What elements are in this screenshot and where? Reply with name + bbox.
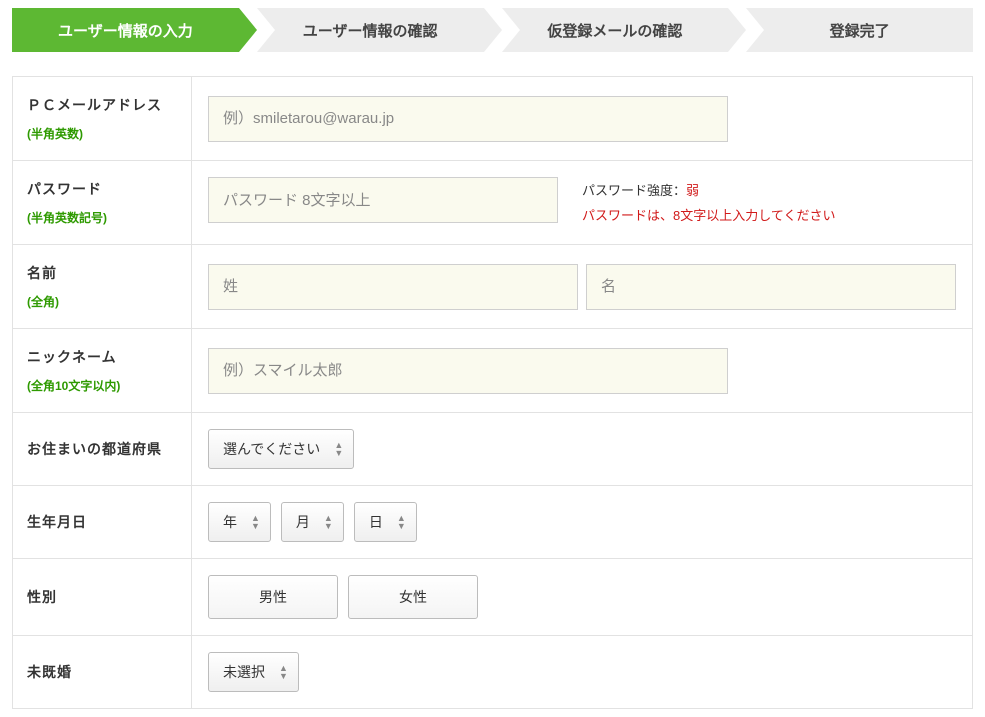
birth-month-selected: 月 (296, 512, 310, 532)
sublabel-password: (半角英数記号) (27, 209, 177, 226)
chevron-updown-icon: ▲▼ (397, 515, 406, 530)
row-marital: 未既婚 未選択 ▲▼ (13, 636, 973, 709)
prefecture-selected: 選んでください (223, 439, 320, 459)
step-label: ユーザー情報の確認 (303, 20, 438, 41)
gender-female-label: 女性 (399, 587, 427, 607)
step-4-complete: 登録完了 (746, 8, 973, 52)
password-strength-value: 弱 (686, 183, 699, 198)
gender-male-label: 男性 (259, 587, 287, 607)
row-gender: 性別 男性 女性 (13, 559, 973, 636)
label-name: 名前 (27, 263, 177, 283)
password-strength-label: パスワード強度： (582, 183, 686, 198)
birth-month-select[interactable]: 月 ▲▼ (281, 502, 344, 542)
label-nickname: ニックネーム (27, 347, 177, 367)
step-1-user-input: ユーザー情報の入力 (12, 8, 239, 52)
chevron-updown-icon: ▲▼ (279, 665, 288, 680)
step-label: 登録完了 (830, 20, 890, 41)
marital-selected: 未選択 (223, 662, 265, 682)
password-warning: パスワードは、8文字以上入力してください (582, 204, 835, 229)
row-name: 名前 (全角) (13, 245, 973, 329)
sublabel-nickname: (全角10文字以内) (27, 377, 177, 394)
step-label: ユーザー情報の入力 (58, 20, 193, 41)
step-2-confirm: ユーザー情報の確認 (257, 8, 484, 52)
firstname-field[interactable] (586, 264, 956, 310)
row-password: パスワード (半角英数記号) パスワード強度：弱 パスワードは、8文字以上入力し… (13, 161, 973, 245)
label-prefecture: お住まいの都道府県 (27, 439, 177, 459)
chevron-updown-icon: ▲▼ (334, 442, 343, 457)
step-3-mail: 仮登録メールの確認 (502, 8, 729, 52)
birth-year-select[interactable]: 年 ▲▼ (208, 502, 271, 542)
registration-form: ＰＣメールアドレス (半角英数) パスワード (半角英数記号) パスワード強度：… (12, 76, 973, 709)
chevron-updown-icon: ▲▼ (251, 515, 260, 530)
marital-select[interactable]: 未選択 ▲▼ (208, 652, 299, 692)
gender-male-button[interactable]: 男性 (208, 575, 338, 619)
row-nickname: ニックネーム (全角10文字以内) (13, 329, 973, 413)
birth-year-selected: 年 (223, 512, 237, 532)
row-birthdate: 生年月日 年 ▲▼ 月 ▲▼ 日 ▲▼ (13, 486, 973, 559)
row-prefecture: お住まいの都道府県 選んでください ▲▼ (13, 413, 973, 486)
gender-female-button[interactable]: 女性 (348, 575, 478, 619)
email-field[interactable] (208, 96, 728, 142)
birth-day-selected: 日 (369, 512, 383, 532)
label-gender: 性別 (27, 587, 177, 607)
lastname-field[interactable] (208, 264, 578, 310)
label-password: パスワード (27, 179, 177, 199)
chevron-updown-icon: ▲▼ (324, 515, 333, 530)
password-field[interactable] (208, 177, 558, 223)
step-label: 仮登録メールの確認 (547, 20, 682, 41)
prefecture-select[interactable]: 選んでください ▲▼ (208, 429, 354, 469)
progress-stepper: ユーザー情報の入力 ユーザー情報の確認 仮登録メールの確認 登録完了 (12, 8, 973, 52)
password-info: パスワード強度：弱 パスワードは、8文字以上入力してください (582, 177, 835, 228)
birth-day-select[interactable]: 日 ▲▼ (354, 502, 417, 542)
sublabel-name: (全角) (27, 293, 177, 310)
label-birthdate: 生年月日 (27, 512, 177, 532)
nickname-field[interactable] (208, 348, 728, 394)
label-email: ＰＣメールアドレス (27, 95, 177, 115)
sublabel-email: (半角英数) (27, 125, 177, 142)
label-marital: 未既婚 (27, 662, 177, 682)
row-email: ＰＣメールアドレス (半角英数) (13, 77, 973, 161)
